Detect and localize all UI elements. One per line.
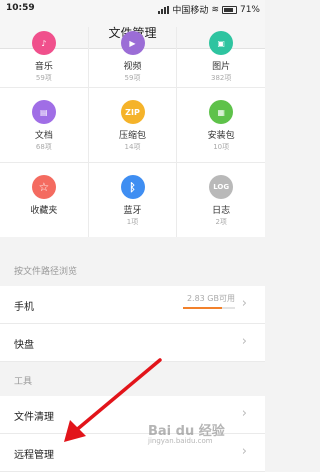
storage-progress [183,307,235,309]
status-battery: 71% [239,4,260,15]
list-item-label: 快盘 [14,340,34,351]
status-time: 10:59 [6,3,35,13]
list-item-label: 手机 [14,302,34,313]
category-label: 视频 [123,62,142,72]
chevron-right-icon: › [241,406,247,421]
chevron-right-icon: › [241,444,247,459]
storage-progress-fill [183,307,222,309]
status-right: 中国移动 ≋ 71% [158,3,260,16]
category-images[interactable]: ▣ 图片 382项 [177,27,265,87]
category-count: 14项 [124,143,141,151]
wifi-icon: ≋ [211,4,219,15]
category-count: 382项 [210,74,232,82]
chevron-right-icon: › [241,296,247,311]
status-bar: 10:59 中国移动 ≋ 71% [0,0,265,18]
bluetooth-icon: ᛒ [120,175,145,199]
category-label: 蓝牙 [123,206,142,216]
image-icon: ▣ [209,31,234,55]
category-favorites[interactable]: ☆ 收藏夹 [0,163,89,237]
list-item-disk[interactable]: 快盘 › [0,324,265,362]
document-icon: ▤ [31,100,56,124]
watermark: Bai du 经验 jingyan.baidu.com [148,420,225,445]
list-item-label: 文件清理 [14,412,54,423]
category-grid: ♪ 音乐 59项 ▶ 视频 59项 ▣ 图片 382项 ▤ 文档 68项 ZIP… [0,27,265,237]
storage-available: 2.83 GB可用 [186,294,235,303]
category-label: 文档 [34,131,53,141]
category-documents[interactable]: ▤ 文档 68项 [0,88,89,162]
category-label: 安装包 [207,131,235,141]
list-item-label: 远程管理 [14,450,54,461]
video-icon: ▶ [120,31,145,55]
star-icon: ☆ [31,175,56,199]
battery-icon [221,5,237,14]
section-header-path: 按文件路径浏览 [14,267,78,277]
list-item-cleanup[interactable]: 文件清理 › [0,396,265,434]
list-item-remote[interactable]: 远程管理 › [0,434,265,472]
log-icon: LOG [209,175,234,199]
category-label: 压缩包 [119,131,147,141]
category-video[interactable]: ▶ 视频 59项 [89,27,178,87]
category-count: 10项 [213,143,230,151]
apk-icon: ▦ [209,100,234,124]
chevron-right-icon: › [241,334,247,349]
category-row: ♪ 音乐 59项 ▶ 视频 59项 ▣ 图片 382项 [0,27,265,88]
category-count: 68项 [35,143,52,151]
category-label: 图片 [212,62,231,72]
list-item-phone[interactable]: 手机 2.83 GB可用 › [0,286,265,324]
category-label: 日志 [212,206,231,216]
category-apk[interactable]: ▦ 安装包 10项 [177,88,265,162]
category-count: 59项 [35,74,52,82]
category-zip[interactable]: ZIP 压缩包 14项 [89,88,178,162]
category-music[interactable]: ♪ 音乐 59项 [0,27,89,87]
status-carrier: 中国移动 [172,6,209,16]
category-logs[interactable]: LOG 日志 2项 [177,163,265,237]
category-row: ▤ 文档 68项 ZIP 压缩包 14项 ▦ 安装包 10项 [0,88,265,163]
category-bluetooth[interactable]: ᛒ 蓝牙 1项 [89,163,178,237]
category-count: 2项 [215,218,227,226]
category-count: 1项 [126,218,139,226]
zip-icon: ZIP [120,100,145,124]
music-icon: ♪ [31,31,56,55]
signal-icon [158,5,170,14]
section-header-tools: 工具 [14,377,33,387]
category-label: 音乐 [34,62,53,72]
category-count: 59项 [124,74,141,82]
category-row: ☆ 收藏夹 ᛒ 蓝牙 1项 LOG 日志 2项 [0,163,265,237]
category-label: 收藏夹 [30,206,58,216]
